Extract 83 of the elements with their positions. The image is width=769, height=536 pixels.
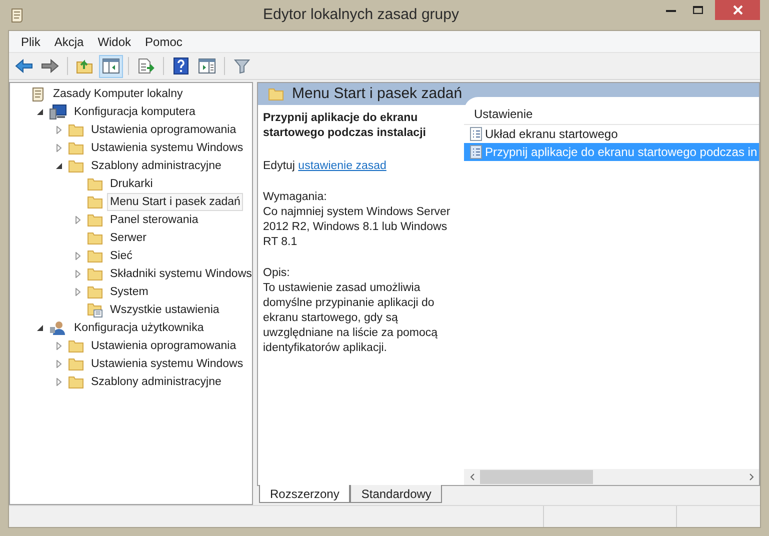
tree-item[interactable]: Ustawienia oprogramowania <box>88 337 240 355</box>
setting-icon <box>470 127 482 141</box>
menu-item[interactable]: Plik <box>15 32 46 50</box>
menu-item[interactable]: Akcja <box>48 32 90 50</box>
folder-icon <box>87 213 103 227</box>
expand-arrow-icon[interactable] <box>74 252 82 260</box>
column-header[interactable]: Ustawienie <box>464 97 759 125</box>
horizontal-scrollbar[interactable] <box>464 469 759 485</box>
tree-item[interactable]: Ustawienia systemu Windows <box>88 139 246 157</box>
collapse-arrow-icon[interactable] <box>55 162 63 170</box>
tree-item[interactable]: Drukarki <box>107 175 156 193</box>
folder-icon <box>68 357 84 371</box>
folder-icon <box>87 267 103 281</box>
tree-item[interactable]: Szablony administracyjne <box>88 157 224 175</box>
tree-item[interactable]: Menu Start i pasek zadań <box>107 193 244 211</box>
expand-arrow-icon[interactable] <box>74 270 82 278</box>
folder-icon <box>87 249 103 263</box>
tree-item[interactable]: System <box>107 283 152 301</box>
scroll-icon <box>30 86 46 102</box>
tree-item[interactable]: Konfiguracja komputera <box>71 103 198 121</box>
tree-item[interactable]: Zasady Komputer lokalny <box>50 85 186 103</box>
maximize-icon <box>693 6 703 14</box>
expand-arrow-icon[interactable] <box>55 126 63 134</box>
collapse-arrow-icon[interactable] <box>36 108 44 116</box>
policy-title: Przypnij aplikacje do ekranu startowego podczas instalacji <box>263 111 427 141</box>
description-text: To ustawienie zasad umożliwia domyślne przypinanie aplikacji do ekranu startowego, gdy są uwzględniane na liście za pomocą identyfikatorów aplikacji. <box>263 281 439 356</box>
computer-icon <box>49 104 67 120</box>
menu-item[interactable]: Pomoc <box>139 32 188 50</box>
tree-item[interactable]: Składniki systemu Windows <box>107 265 255 283</box>
view-tab[interactable]: Rozszerzony <box>259 485 350 503</box>
expand-arrow-icon[interactable] <box>55 342 63 350</box>
window-title: Edytor lokalnych zasad grupy <box>262 4 460 25</box>
requirements-label: Wymagania: <box>263 190 328 205</box>
edit-link[interactable]: ustawienie zasad <box>298 160 386 172</box>
scroll-icon <box>9 7 25 23</box>
requirements-text: Co najmniej system Windows Server 2012 R2, Windows 8.1 lub Windows RT 8.1 <box>263 205 452 250</box>
folder-up-icon <box>76 58 94 74</box>
scroll-left-icon[interactable] <box>470 473 474 481</box>
help-icon <box>173 57 189 75</box>
folder-icon <box>68 141 84 155</box>
tree-item[interactable]: Sieć <box>107 247 136 265</box>
folder-icon <box>68 375 84 389</box>
back-arrow-icon <box>15 59 33 73</box>
settings-folder-icon <box>87 302 103 318</box>
expand-arrow-icon[interactable] <box>74 216 82 224</box>
tree-item[interactable]: Panel sterowania <box>107 211 202 229</box>
folder-icon <box>268 87 284 101</box>
tree-item[interactable]: Serwer <box>107 229 150 247</box>
edit-label: Edytuj <box>263 160 295 172</box>
close-icon <box>732 5 742 15</box>
tree-item[interactable]: Wszystkie ustawienia <box>107 301 222 319</box>
scroll-right-icon[interactable] <box>748 473 754 481</box>
toolbar-button[interactable] <box>99 54 123 78</box>
split-pane-icon <box>102 58 120 74</box>
folder-icon <box>87 195 103 209</box>
user-icon <box>49 320 67 336</box>
expand-arrow-icon[interactable] <box>55 360 63 368</box>
folder-icon <box>68 159 84 173</box>
folder-icon <box>68 123 84 137</box>
filter-icon <box>234 58 250 74</box>
collapse-arrow-icon[interactable] <box>36 324 44 332</box>
description-label: Opis: <box>263 266 291 281</box>
properties-window-icon <box>198 58 216 74</box>
list-row[interactable]: Układ ekranu startowego <box>464 125 759 143</box>
folder-icon <box>87 285 103 299</box>
tree-item[interactable]: Ustawienia systemu Windows <box>88 355 246 373</box>
tree-item[interactable]: Ustawienia oprogramowania <box>88 121 240 139</box>
expand-arrow-icon[interactable] <box>55 144 63 152</box>
minimize-icon <box>666 8 676 12</box>
expand-arrow-icon[interactable] <box>74 288 82 296</box>
header-title: Menu Start i pasek zadań <box>292 84 462 104</box>
export-list-icon <box>137 58 155 74</box>
expand-arrow-icon[interactable] <box>55 378 63 386</box>
folder-icon <box>87 231 103 245</box>
folder-icon <box>68 339 84 353</box>
tree-item[interactable]: Szablony administracyjne <box>88 373 224 391</box>
menu-item[interactable]: Widok <box>92 32 138 50</box>
close-button[interactable] <box>715 0 760 20</box>
view-tab[interactable]: Standardowy <box>350 485 442 503</box>
folder-icon <box>87 177 103 191</box>
forward-arrow-icon <box>41 59 59 73</box>
tree-item[interactable]: Konfiguracja użytkownika <box>71 319 207 337</box>
setting-icon <box>470 145 482 159</box>
